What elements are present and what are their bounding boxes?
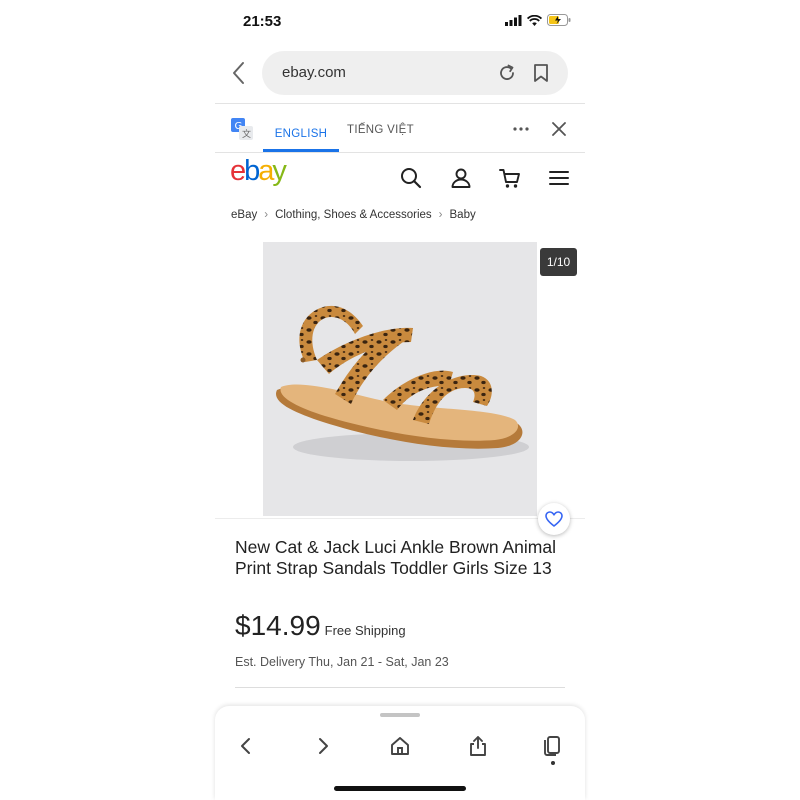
google-translate-icon: G 文 [231, 118, 253, 140]
sandal-image [276, 305, 529, 461]
ebay-header: ebay [215, 153, 585, 203]
watch-button[interactable] [538, 503, 570, 535]
url-text: ebay.com [282, 64, 346, 81]
share-icon[interactable] [466, 734, 490, 758]
breadcrumb-link-ebay[interactable]: eBay [231, 209, 257, 221]
forward-arrow-icon[interactable] [311, 734, 335, 758]
more-options-icon[interactable] [511, 119, 531, 139]
chevron-right-icon: › [438, 209, 443, 221]
product-title: New Cat & Jack Luci Ankle Brown Animal P… [235, 537, 556, 578]
shipping-info: Free Shipping [324, 623, 406, 638]
tab-english-label: ENGLISH [274, 128, 328, 140]
price-row: $14.99 Free Shipping [235, 610, 406, 642]
phone-screen: 21:53 ebay.com G 文 ENGLISH TIẾNG VIỆT eb… [215, 0, 585, 800]
browser-back-button[interactable] [227, 60, 251, 86]
account-icon[interactable] [448, 165, 474, 191]
address-bar[interactable]: ebay.com [262, 51, 568, 95]
tabs-icon[interactable] [541, 734, 565, 758]
heart-icon [545, 511, 563, 527]
chevron-right-icon: › [264, 209, 269, 221]
url-row: ebay.com [215, 50, 585, 96]
home-icon[interactable] [388, 734, 412, 758]
search-icon[interactable] [398, 165, 424, 191]
price: $14.99 [235, 610, 321, 641]
active-tab-dot [551, 761, 555, 765]
image-counter: 1/10 [540, 248, 577, 276]
divider [215, 518, 585, 519]
delivery-estimate: Est. Delivery Thu, Jan 21 - Sat, Jan 23 [235, 655, 449, 669]
ebay-logo[interactable]: ebay [230, 155, 287, 188]
product-image[interactable] [263, 242, 537, 516]
back-arrow-icon[interactable] [234, 734, 258, 758]
menu-icon[interactable] [546, 165, 572, 191]
close-icon[interactable] [551, 121, 567, 137]
breadcrumb-link-category[interactable]: Clothing, Shoes & Accessories [275, 209, 432, 221]
breadcrumb-link-baby[interactable]: Baby [450, 209, 476, 221]
tab-vietnamese[interactable]: TIẾNG VIỆT [347, 124, 414, 136]
divider [235, 687, 565, 688]
tab-english[interactable]: ENGLISH [263, 104, 339, 152]
status-time: 21:53 [243, 13, 282, 30]
wifi-icon [527, 14, 542, 26]
translate-bar: G 文 ENGLISH TIẾNG VIỆT [215, 104, 585, 152]
home-indicator[interactable] [334, 786, 466, 791]
svg-text:文: 文 [242, 128, 251, 140]
signal-icon [505, 14, 522, 26]
battery-icon [547, 14, 571, 26]
cart-icon[interactable] [497, 165, 523, 191]
toolbar-grabber[interactable] [380, 713, 420, 717]
bookmark-icon[interactable] [530, 62, 552, 84]
status-icons [505, 14, 571, 26]
reload-icon[interactable] [496, 62, 518, 84]
breadcrumb: eBay › Clothing, Shoes & Accessories › Baby [231, 209, 476, 221]
